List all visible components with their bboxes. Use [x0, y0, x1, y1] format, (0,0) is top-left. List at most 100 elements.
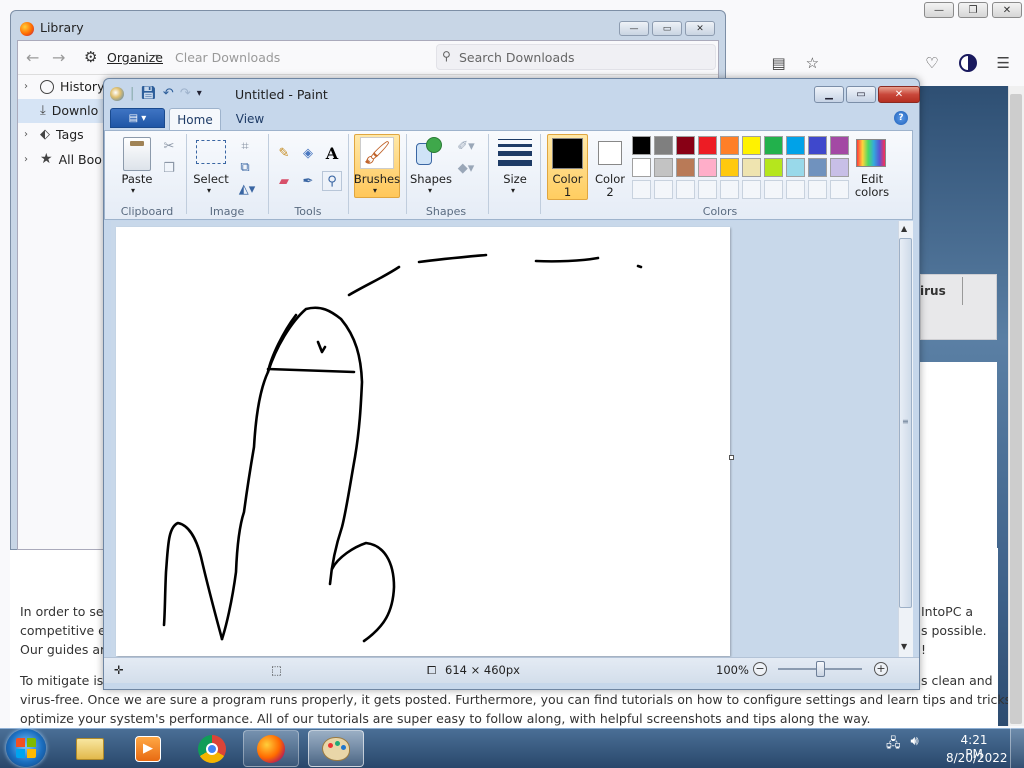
sidebar-item-history[interactable]: › History: [24, 79, 104, 94]
taskbar-media-player[interactable]: ▶: [120, 730, 176, 767]
paste-button-label[interactable]: Paste: [118, 173, 156, 186]
palette-swatch[interactable]: [698, 136, 717, 155]
sidebar-item-all-bookmarks[interactable]: › ★ All Boo: [24, 151, 102, 167]
crop-icon[interactable]: ⌗: [235, 136, 255, 156]
palette-swatch[interactable]: [676, 136, 695, 155]
sidebar-item-downloads[interactable]: ⤓ Downlo: [24, 103, 98, 118]
taskbar-firefox[interactable]: [243, 730, 299, 767]
palette-swatch[interactable]: [720, 158, 739, 177]
custom-color-slot[interactable]: [654, 180, 673, 199]
taskbar-chrome[interactable]: [184, 730, 240, 767]
browser-restore-button[interactable]: ❐: [958, 2, 988, 18]
paint-close-button[interactable]: ✕: [878, 86, 920, 103]
edit-colors-icon[interactable]: [856, 139, 886, 167]
color2-swatch[interactable]: [598, 141, 622, 165]
fill-icon[interactable]: ◈: [298, 143, 318, 163]
palette-swatch[interactable]: [676, 158, 695, 177]
cut-icon[interactable]: ✂: [159, 136, 179, 156]
library-minimize-button[interactable]: —: [619, 21, 649, 36]
color-picker-icon[interactable]: ✒: [298, 171, 318, 191]
help-icon[interactable]: ?: [894, 111, 908, 125]
scroll-down-arrow-icon[interactable]: ▼: [901, 642, 907, 651]
custom-color-slot[interactable]: [632, 180, 651, 199]
bookmark-star-icon[interactable]: ☆: [806, 54, 819, 72]
custom-color-slot[interactable]: [764, 180, 783, 199]
palette-swatch[interactable]: [720, 136, 739, 155]
palette-swatch[interactable]: [830, 136, 849, 155]
browser-close-button[interactable]: ✕: [992, 2, 1022, 18]
paint-minimize-button[interactable]: ▁: [814, 86, 844, 103]
taskbar-paint[interactable]: [308, 730, 364, 767]
zoom-out-button[interactable]: −: [753, 662, 767, 676]
reader-view-icon[interactable]: ▤: [771, 54, 785, 72]
tab-view[interactable]: View: [228, 110, 272, 128]
custom-color-slot[interactable]: [676, 180, 695, 199]
magnifier-icon[interactable]: ⚲: [322, 171, 342, 191]
palette-swatch[interactable]: [786, 136, 805, 155]
eraser-icon[interactable]: ▰: [274, 171, 294, 191]
paste-icon[interactable]: [123, 137, 151, 171]
clock-date[interactable]: 8/20/2022: [946, 751, 1008, 765]
pencil-icon[interactable]: ✎: [274, 143, 294, 163]
network-icon[interactable]: 🖧︎: [886, 734, 901, 756]
account-icon[interactable]: [958, 54, 977, 72]
rotate-icon[interactable]: ◭▾: [237, 179, 257, 199]
text-icon[interactable]: A: [322, 143, 342, 163]
paint-maximize-button[interactable]: ▭: [846, 86, 876, 103]
custom-color-slot[interactable]: [720, 180, 739, 199]
fill-shape-icon[interactable]: ◆▾: [456, 158, 476, 178]
back-arrow-icon[interactable]: ←: [26, 48, 39, 67]
edit-colors-label[interactable]: Edit colors: [850, 173, 894, 199]
canvas-resize-handle[interactable]: [729, 455, 734, 460]
color2-label[interactable]: Color 2: [590, 173, 630, 199]
palette-swatch[interactable]: [654, 158, 673, 177]
browser-minimize-button[interactable]: —: [924, 2, 954, 18]
zoom-slider-thumb[interactable]: [816, 661, 825, 677]
custom-color-slot[interactable]: [698, 180, 717, 199]
size-icon[interactable]: [498, 139, 532, 166]
taskbar-explorer[interactable]: [62, 730, 118, 767]
customize-qat-icon[interactable]: ▾: [197, 88, 202, 99]
palette-swatch[interactable]: [764, 158, 783, 177]
resize-icon[interactable]: ⧉: [235, 157, 255, 177]
clear-downloads-button[interactable]: Clear Downloads: [175, 50, 280, 65]
copy-icon[interactable]: ❐: [159, 158, 179, 178]
save-icon[interactable]: 💾︎: [140, 86, 157, 101]
custom-color-slot[interactable]: [742, 180, 761, 199]
zoom-in-button[interactable]: +: [874, 662, 888, 676]
custom-color-slot[interactable]: [830, 180, 849, 199]
expand-arrow-icon[interactable]: ›: [24, 154, 34, 165]
menu-icon[interactable]: ☰: [997, 54, 1010, 72]
volume-icon[interactable]: 🔊︎: [911, 734, 919, 756]
palette-swatch[interactable]: [764, 136, 783, 155]
gear-icon[interactable]: ⚙: [84, 48, 97, 66]
redo-icon[interactable]: ↷: [180, 86, 191, 101]
custom-color-slot[interactable]: [808, 180, 827, 199]
paint-application-menu-button[interactable]: ▤ ▾: [110, 108, 165, 128]
scroll-up-arrow-icon[interactable]: ▲: [901, 224, 907, 233]
select-icon[interactable]: [196, 140, 226, 164]
palette-swatch[interactable]: [742, 136, 761, 155]
palette-swatch[interactable]: [830, 158, 849, 177]
expand-arrow-icon[interactable]: ›: [24, 129, 34, 140]
sidebar-item-tags[interactable]: › ⬖ Tags: [24, 127, 84, 142]
palette-swatch[interactable]: [654, 136, 673, 155]
undo-icon[interactable]: ↶: [163, 86, 174, 101]
tab-home[interactable]: Home: [169, 108, 221, 131]
browser-scrollbar-thumb[interactable]: [1010, 94, 1022, 724]
custom-color-slot[interactable]: [786, 180, 805, 199]
library-close-button[interactable]: ✕: [685, 21, 715, 36]
palette-swatch[interactable]: [808, 136, 827, 155]
palette-swatch[interactable]: [632, 136, 651, 155]
palette-swatch[interactable]: [698, 158, 717, 177]
palette-swatch[interactable]: [808, 158, 827, 177]
library-maximize-button[interactable]: ▭: [652, 21, 682, 36]
drawing-canvas[interactable]: [116, 227, 730, 656]
shapes-icon[interactable]: [416, 137, 446, 169]
outline-icon[interactable]: ✐▾: [456, 136, 476, 156]
pocket-icon[interactable]: ♡: [925, 54, 938, 72]
expand-arrow-icon[interactable]: ›: [24, 81, 34, 92]
show-desktop-button[interactable]: [1010, 728, 1024, 768]
palette-swatch[interactable]: [742, 158, 761, 177]
page-card-text[interactable]: irus: [920, 284, 946, 298]
